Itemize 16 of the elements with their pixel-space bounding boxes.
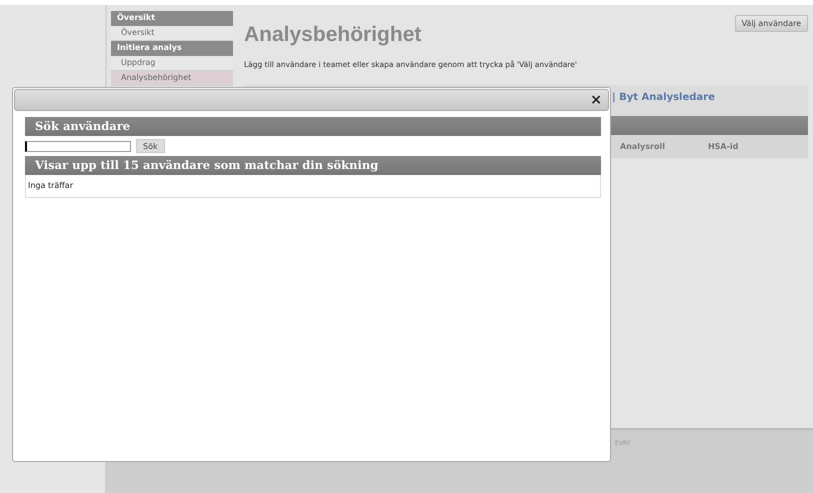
search-button[interactable]: Sök	[136, 139, 165, 153]
nav-section-title: Översikt	[111, 11, 233, 26]
section-heading: Visar upp till 15 användare som matchar din sökning	[25, 156, 601, 175]
select-user-button[interactable]: Välj användare	[734, 15, 808, 32]
nav-item[interactable]: Översikt	[111, 26, 233, 41]
nav-item[interactable]: Analysbehörighet	[111, 71, 233, 86]
empty-result-text: Inga träffar	[25, 175, 601, 198]
nav-item[interactable]: Uppdrag	[111, 56, 233, 71]
section-heading: Sök användare	[25, 117, 601, 136]
close-button[interactable]: ×	[584, 93, 608, 107]
column-header: Analysroll	[620, 142, 665, 151]
page-title: Analysbehörighet	[244, 23, 422, 47]
search-field[interactable]	[25, 140, 131, 152]
nav-section-title: Initiera analys	[111, 41, 233, 56]
change-leader-link[interactable]: | Byt Analysledare	[612, 92, 715, 103]
column-header: HSA-id	[708, 142, 738, 151]
